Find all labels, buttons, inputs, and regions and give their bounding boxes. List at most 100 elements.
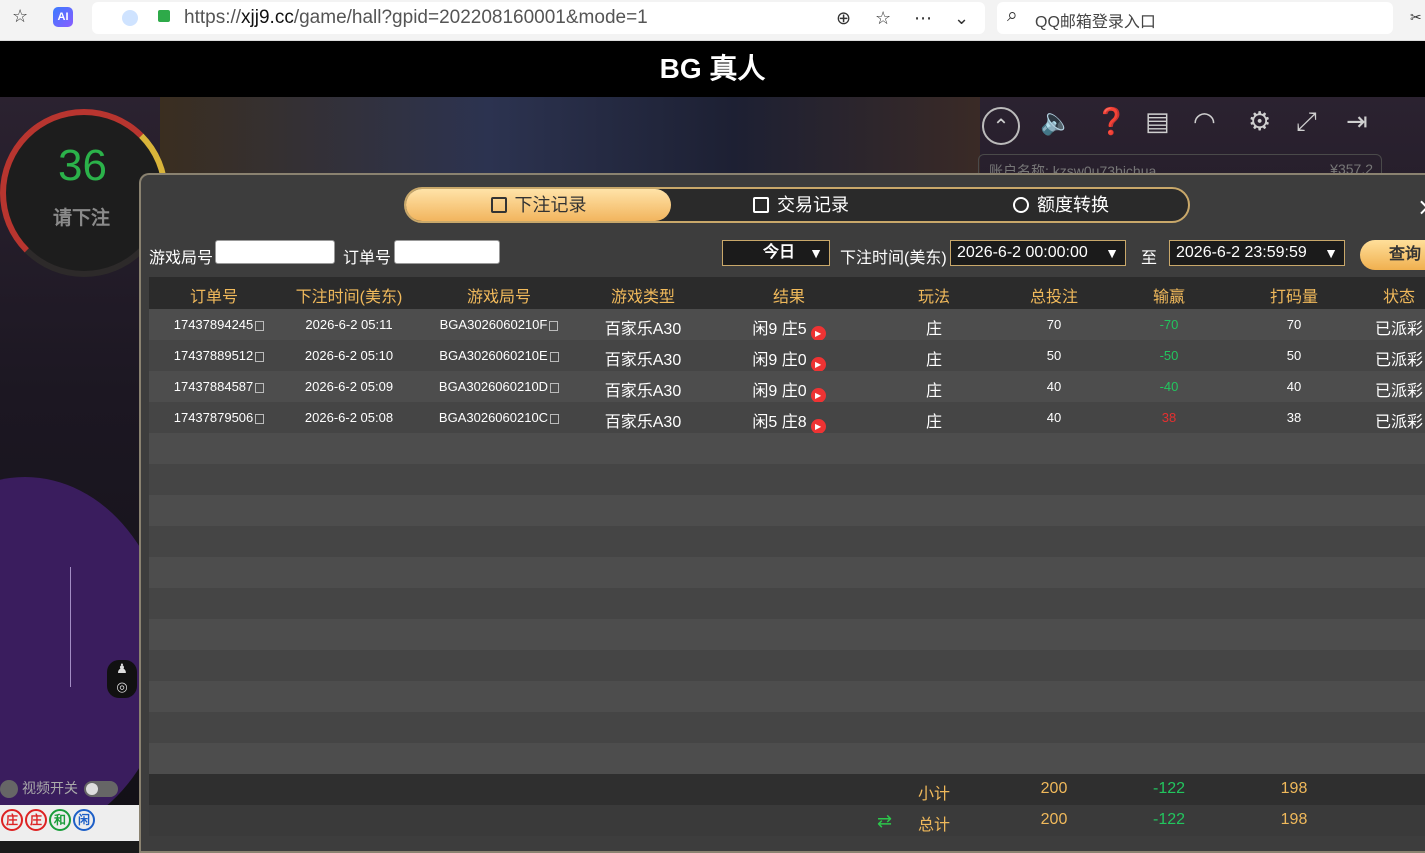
favorites-icon[interactable]: ☆ (12, 6, 28, 27)
more-icon[interactable]: ⋯ (914, 8, 932, 29)
video-toggle[interactable] (84, 781, 118, 798)
order-input[interactable] (394, 240, 500, 264)
coins-icon (1013, 197, 1029, 213)
copy-icon[interactable] (255, 321, 265, 331)
cell-type: 百家乐A30 (604, 352, 682, 369)
subtotal-winloss: -122 (1152, 780, 1186, 797)
replay-icon[interactable]: ▶ (810, 388, 826, 403)
download-icon[interactable]: ⊕ (836, 8, 851, 29)
to-label: 至 (1141, 250, 1158, 267)
cell-play: 庄 (925, 414, 942, 431)
cell-result: 闲9 庄0 ▶ (744, 377, 834, 403)
cell-valid: 38 (1286, 410, 1302, 425)
tab-credit-transfer[interactable]: 额度转换 (931, 189, 1191, 221)
toggle-icon[interactable] (0, 780, 18, 799)
cell-play: 庄 (925, 383, 942, 400)
scissors-icon[interactable]: ✂ (1410, 10, 1422, 26)
cell-order: 17437894245 (169, 317, 269, 332)
gear-icon[interactable]: ⚙ (1248, 107, 1271, 137)
exit-icon[interactable]: ⇥ (1346, 107, 1368, 137)
cell-valid: 50 (1286, 348, 1302, 363)
col-valid-bet: 打码量 (1269, 289, 1318, 306)
total-bet: 200 (1040, 811, 1068, 828)
replay-icon[interactable]: ▶ (810, 357, 826, 372)
caret-icon: ▼ (1105, 245, 1119, 261)
caret-icon: ▼ (809, 245, 823, 261)
query-button[interactable]: 查询 (1360, 240, 1425, 270)
sound-icon[interactable]: 🔈 (1040, 107, 1072, 137)
col-result: 结果 (772, 289, 805, 306)
countdown-label: 请下注 (53, 208, 111, 229)
star-icon[interactable]: ☆ (875, 8, 891, 29)
col-bet: 总投注 (1029, 289, 1078, 306)
search-box[interactable]: ⌕ QQ邮箱登录入口 (997, 2, 1393, 34)
table-row (149, 557, 1425, 588)
cell-order: 17437879506 (169, 410, 269, 425)
table-row (149, 526, 1425, 557)
table-row (149, 650, 1425, 681)
chevron-down-icon[interactable]: ⌄ (954, 8, 969, 29)
cell-winloss: -40 (1159, 379, 1179, 394)
replay-icon[interactable]: ▶ (810, 419, 826, 434)
clipboard-icon (753, 197, 769, 213)
table-row (149, 712, 1425, 743)
cell-round: BGA3026060210D (429, 379, 569, 394)
copy-icon[interactable] (549, 352, 559, 362)
cell-order: 17437889512 (169, 348, 269, 363)
copy-icon[interactable] (255, 383, 265, 393)
cell-order: 17437884587 (169, 379, 269, 394)
url-text[interactable]: https://xjj9.cc/game/hall?gpid=202208160… (184, 7, 648, 29)
site-info-icon[interactable] (122, 10, 138, 26)
end-time-select[interactable]: 2026-6-2 23:59:59 ▼ (1169, 240, 1345, 266)
subtotal-bet: 200 (1040, 780, 1068, 797)
cell-valid: 70 (1286, 317, 1302, 332)
cell-status: 已派彩 (1374, 383, 1423, 400)
game-round-input[interactable] (215, 240, 335, 264)
cell-winloss: -70 (1159, 317, 1179, 332)
help-icon[interactable]: ❓ (1095, 107, 1127, 137)
fullscreen-icon[interactable]: ⤢ (1296, 107, 1317, 138)
close-icon[interactable]: × (1417, 193, 1425, 221)
roadmap-bead: 庄 (25, 809, 47, 831)
copy-icon[interactable] (255, 352, 265, 362)
roadmap-bead: 和 (49, 809, 71, 831)
collapse-icon[interactable]: ⌃ (982, 107, 1020, 145)
table-row (149, 619, 1425, 650)
address-bar[interactable]: https://xjj9.cc/game/hall?gpid=202208160… (92, 2, 985, 34)
table-row: 17437889512 2026-6-2 05:10 BGA3026060210E 百… (149, 340, 1425, 372)
cell-bet: 50 (1046, 348, 1062, 363)
col-winloss: 输赢 (1152, 289, 1185, 306)
cell-time: 2026-6-2 05:08 (304, 410, 394, 425)
page-title: BG 真人 (0, 41, 1425, 97)
ai-icon[interactable]: AI (53, 7, 73, 27)
swap-icon[interactable]: ⇄ (877, 811, 892, 832)
video-toggle-row: 视频开关 (0, 775, 140, 801)
table-row (149, 743, 1425, 774)
copy-icon[interactable] (550, 414, 560, 424)
copy-icon[interactable] (549, 321, 559, 331)
lock-icon (158, 10, 170, 22)
total-winloss: -122 (1152, 811, 1186, 828)
cell-time: 2026-6-2 05:11 (305, 317, 393, 332)
seat-icon[interactable]: ♟ ◎ (107, 660, 137, 698)
start-time-select[interactable]: 2026-6-2 00:00:00 ▼ (950, 240, 1126, 266)
tab-bet-records[interactable]: 下注记录 (406, 189, 671, 221)
table-row (149, 588, 1425, 619)
subtotal-valid: 198 (1280, 780, 1308, 797)
cell-status: 已派彩 (1374, 321, 1423, 338)
table-row (149, 464, 1425, 495)
game-round-label: 游戏局号 (149, 250, 214, 267)
period-select[interactable]: 今日 ▼ (722, 240, 830, 266)
order-label: 订单号 (343, 250, 392, 267)
bet-time-label: 下注时间(美东) (840, 250, 947, 267)
total-label: 总计 (917, 817, 950, 834)
replay-icon[interactable]: ▶ (810, 326, 826, 341)
calendar-icon (490, 197, 507, 213)
copy-icon[interactable] (550, 383, 560, 393)
cell-play: 庄 (925, 352, 942, 369)
game-toolbar: ⌃ 🔈 ❓ ▤ ◠ ⚙ ⤢ ⇥ (980, 107, 1425, 147)
tab-transaction-records[interactable]: 交易记录 (671, 189, 931, 221)
copy-icon[interactable] (255, 414, 265, 424)
records-icon[interactable]: ▤ (1145, 107, 1170, 137)
cell-bet: 40 (1046, 379, 1062, 394)
